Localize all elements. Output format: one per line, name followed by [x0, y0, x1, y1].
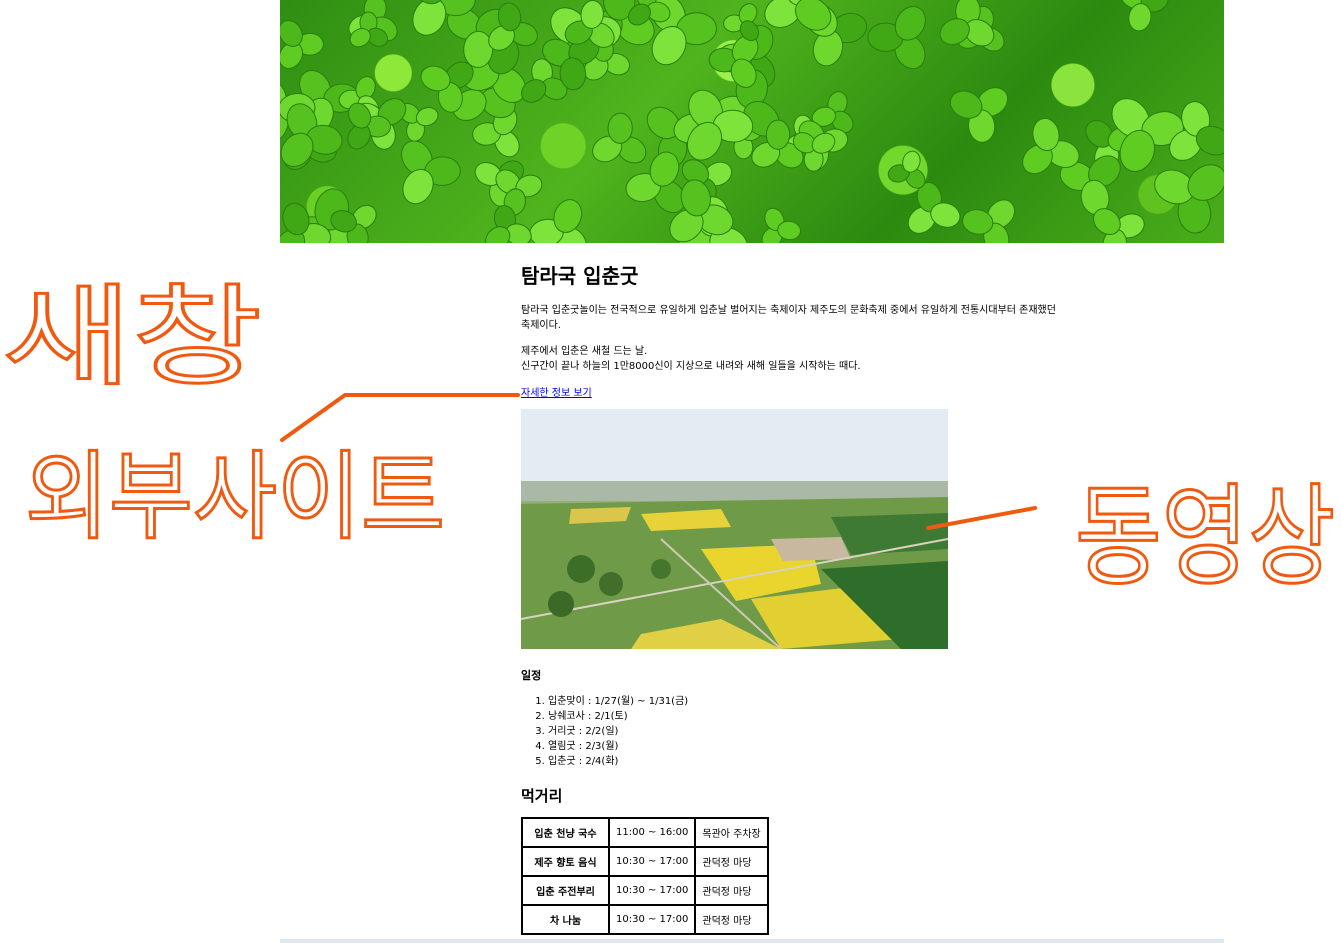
- page-title: 탐라국 입춘굿: [521, 264, 639, 288]
- food-place: 관덕정 마당: [695, 905, 768, 934]
- table-row: 차 나눔 10:30 ~ 17:00 관덕정 마당: [522, 905, 768, 934]
- clover-leaf: [949, 87, 1009, 143]
- table-row: 입춘 주전부리 10:30 ~ 17:00 관덕정 마당: [522, 876, 768, 905]
- aerial-fields-image: [521, 409, 948, 649]
- clover-pattern: [280, 0, 1224, 243]
- clover-leaf: [761, 207, 802, 243]
- annotation-text-new-window: 새창: [2, 273, 262, 401]
- schedule-item: 낭쉐코사 : 2/1(토): [548, 709, 688, 724]
- clover-leaf: [907, 181, 961, 234]
- food-time: 10:30 ~ 17:00: [609, 905, 696, 934]
- schedule-item: 입춘굿 : 2/4(화): [548, 754, 688, 769]
- food-time: 11:00 ~ 16:00: [609, 818, 696, 847]
- annotation-text-video: 동영상: [1075, 473, 1335, 601]
- food-time: 10:30 ~ 17:00: [609, 876, 696, 905]
- food-name: 제주 향토 음식: [522, 847, 609, 876]
- desc-line-1: 제주에서 입춘은 새철 드는 날.: [521, 346, 648, 357]
- clover-leaf: [1119, 0, 1169, 32]
- table-row: 입춘 천냥 국수 11:00 ~ 16:00 목관아 주차장: [522, 818, 768, 847]
- food-time: 10:30 ~ 17:00: [609, 847, 696, 876]
- video-player[interactable]: [521, 409, 948, 649]
- food-name: 입춘 주전부리: [522, 876, 609, 905]
- food-place: 목관아 주차장: [695, 818, 768, 847]
- desc-line-2: 신구간이 끝나 하늘의 1만8000신이 지상으로 내려와 새해 일들을 시작하…: [521, 361, 861, 372]
- schedule-list: 입춘맞이 : 1/27(월) ~ 1/31(금) 낭쉐코사 : 2/1(토) 거…: [521, 694, 688, 769]
- clover-leaf: [1154, 164, 1224, 234]
- food-name: 차 나눔: [522, 905, 609, 934]
- page-bottom-divider: [280, 939, 1224, 943]
- annotation-connector-left: [280, 393, 520, 442]
- clover-leaf: [962, 199, 1016, 243]
- food-name: 입춘 천냥 국수: [522, 818, 609, 847]
- food-place: 관덕정 마당: [695, 876, 768, 905]
- clover-leaf: [592, 112, 647, 164]
- clover-leaf: [485, 205, 532, 243]
- food-table: 입춘 천냥 국수 11:00 ~ 16:00 목관아 주차장 제주 향토 음식 …: [521, 817, 769, 935]
- schedule-item: 입춘맞이 : 1/27(월) ~ 1/31(금): [548, 694, 688, 709]
- food-place: 관덕정 마당: [695, 847, 768, 876]
- details-link[interactable]: 자세한 정보 보기: [521, 384, 592, 399]
- clover-leaf: [280, 20, 324, 69]
- food-heading: 먹거리: [521, 787, 563, 805]
- clover-leaf: [529, 199, 588, 243]
- schedule-item: 거리굿 : 2/2(일): [548, 724, 688, 739]
- annotation-text-external-site: 외부사이트: [25, 441, 445, 553]
- intro-paragraph: 탐라국 입춘굿놀이는 전국적으로 유일하게 입춘날 벌어지는 축제이자 제주도의…: [521, 305, 1056, 331]
- clover-leaf: [867, 6, 926, 70]
- clover-leaf: [401, 140, 461, 205]
- clover-leaf: [887, 150, 926, 189]
- schedule-heading: 일정: [521, 669, 542, 682]
- clover-banner-image: [280, 0, 1224, 243]
- table-row: 제주 향토 음식 10:30 ~ 17:00 관덕정 마당: [522, 847, 768, 876]
- schedule-item: 열림굿 : 2/3(월): [548, 739, 688, 754]
